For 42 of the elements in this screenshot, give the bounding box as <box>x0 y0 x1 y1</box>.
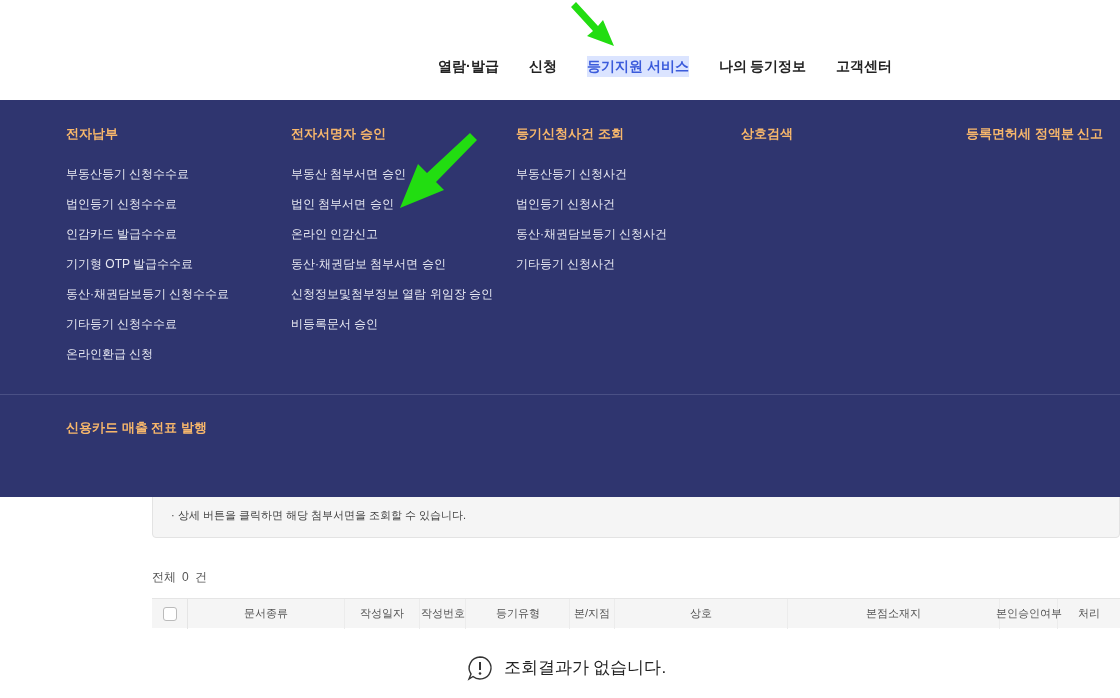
menu-item[interactable]: 온라인환급 신청 <box>66 344 291 375</box>
nav-tab[interactable]: 고객센터 <box>836 55 893 77</box>
menu-heading[interactable]: 등록면허세 정액분 신고 <box>966 124 1120 144</box>
menu-heading[interactable]: 신용카드 매출 전표 발행 <box>66 420 207 435</box>
menu-heading[interactable]: 상호검색 <box>741 124 966 144</box>
menu-item[interactable]: 비등록문서 승인 <box>291 314 516 345</box>
notice-text: · 상세 버튼을 클릭하면 해당 첨부서면을 조회할 수 있습니다. <box>171 507 468 523</box>
total-label: 전체 <box>152 569 176 586</box>
menu-item[interactable]: 법인등기 신청수수료 <box>66 194 291 225</box>
menu-heading[interactable]: 전자서명자 승인 <box>291 124 516 144</box>
column-header: 처리 <box>1077 606 1101 622</box>
menu-heading[interactable]: 전자납부 <box>66 124 291 144</box>
menu-item[interactable]: 신청정보및첨부정보 열람 위임장 승인 <box>291 284 516 315</box>
empty-message: 조회결과가 없습니다. <box>503 657 667 680</box>
column-header: 본/지점 <box>570 598 615 629</box>
menu-item[interactable]: 부동산등기 신청수수료 <box>66 164 291 195</box>
menu-item[interactable]: 기기형 OTP 발급수수료 <box>66 254 291 285</box>
menu-item[interactable]: 동산·채권담보등기 신청사건 <box>516 224 741 255</box>
exclamation-bubble-icon <box>465 654 494 682</box>
menu-item[interactable]: 부동산등기 신청사건 <box>516 164 741 195</box>
menu-item[interactable]: 동산·채권담보 첨부서면 승인 <box>291 254 516 285</box>
menu-item[interactable]: 온라인 인감신고 <box>291 224 516 255</box>
column-header: 문서종류 <box>188 598 345 629</box>
menu-item[interactable]: 법인등기 신청사건 <box>516 194 741 225</box>
nav-tab[interactable]: 나의 등기정보 <box>718 55 807 77</box>
column-header: 상호 <box>615 598 788 629</box>
column-header: 작성일자 <box>345 598 420 629</box>
menu-item[interactable]: 동산·채권담보등기 신청수수료 <box>66 284 291 315</box>
select-all-checkbox[interactable] <box>162 606 177 621</box>
nav-tab[interactable]: 열람·발급 <box>438 55 499 77</box>
menu-item[interactable]: 부동산 첨부서면 승인 <box>291 164 516 195</box>
menu-item[interactable]: 기타등기 신청사건 <box>516 254 741 285</box>
nav-tab[interactable]: 신청 <box>528 55 557 77</box>
total-count: 0 <box>182 569 189 586</box>
nav-tab[interactable]: 등기지원 서비스 <box>586 55 689 77</box>
menu-item[interactable]: 기타등기 신청수수료 <box>66 314 291 345</box>
column-header: 등기유형 <box>466 598 570 629</box>
column-header: 작성번호 <box>420 598 466 629</box>
menu-heading[interactable]: 등기신청사건 조회 <box>516 124 741 144</box>
total-suffix: 건 <box>194 569 207 586</box>
menu-item[interactable]: 법인 첨부서면 승인 <box>291 194 516 225</box>
menu-item[interactable]: 인감카드 발급수수료 <box>66 224 291 255</box>
